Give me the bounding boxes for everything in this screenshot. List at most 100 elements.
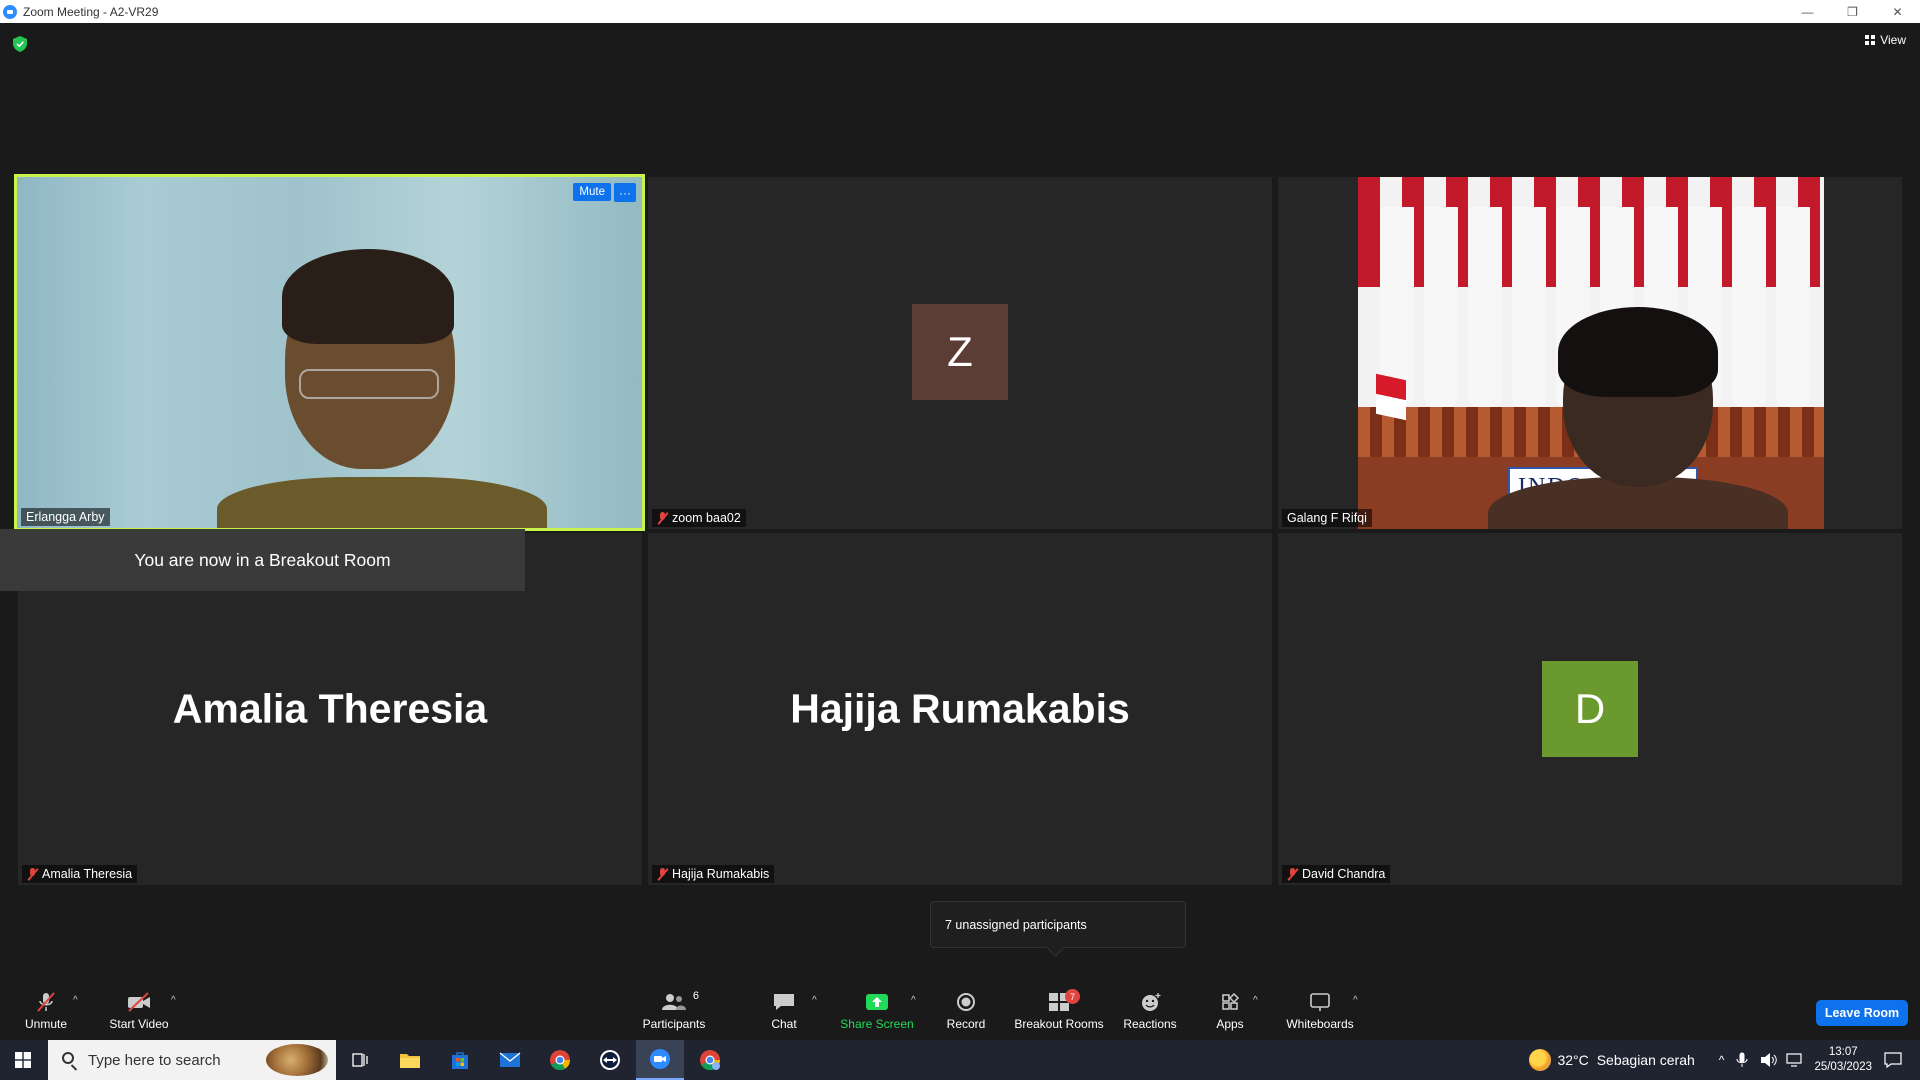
start-video-button[interactable]: Start Video <box>104 983 174 1040</box>
share-options-caret[interactable]: ^ <box>911 995 916 1006</box>
system-tray: 32°C Sebagian cerah ^ 13:07 25/03/2023 <box>1529 1040 1920 1080</box>
mic-muted-icon <box>27 867 38 881</box>
apps-icon <box>1222 992 1240 1010</box>
task-view-icon <box>352 1053 368 1067</box>
participant-name: zoom baa02 <box>672 511 741 525</box>
volume-icon[interactable] <box>1760 1052 1778 1068</box>
taskbar-store[interactable] <box>436 1040 484 1080</box>
clock[interactable]: 13:07 25/03/2023 <box>1814 1045 1872 1075</box>
indonesia-flag-icon <box>1376 373 1406 421</box>
record-button[interactable]: Record <box>942 983 990 1040</box>
unassigned-participants-tooltip: 7 unassigned participants <box>930 901 1186 948</box>
store-icon <box>452 1052 468 1069</box>
apps-button[interactable]: Apps <box>1212 983 1248 1040</box>
video-tile-hajija-rumakabis[interactable]: Hajija Rumakabis Hajija Rumakabis <box>648 533 1272 885</box>
share-screen-button[interactable]: Share Screen <box>840 983 914 1040</box>
participant-name: Amalia Theresia <box>42 867 133 881</box>
whiteboards-button[interactable]: Whiteboards <box>1282 983 1358 1040</box>
participants-icon <box>662 994 686 1010</box>
video-tile-erlangga-arby[interactable]: Mute ··· Erlangga Arby <box>14 174 645 531</box>
participant-video <box>17 177 642 528</box>
network-icon[interactable] <box>1786 1052 1804 1068</box>
reactions-icon <box>1142 993 1161 1011</box>
mute-participant-button[interactable]: Mute <box>573 183 611 201</box>
participant-display-name: Hajija Rumakabis <box>790 685 1130 732</box>
close-button[interactable]: ✕ <box>1875 0 1920 23</box>
video-off-icon <box>128 992 150 1012</box>
whiteboard-icon <box>1310 993 1330 1011</box>
participant-name: Erlangga Arby <box>26 510 105 524</box>
audio-options-caret[interactable]: ^ <box>73 995 78 1006</box>
weather-description[interactable]: Sebagian cerah <box>1597 1052 1695 1068</box>
search-placeholder: Type here to search <box>88 1051 221 1069</box>
chat-options-caret[interactable]: ^ <box>812 995 817 1006</box>
notifications-icon[interactable] <box>1884 1052 1902 1068</box>
unmute-label: Unmute <box>24 1017 68 1031</box>
mail-icon <box>499 1052 521 1067</box>
video-options-caret[interactable]: ^ <box>171 995 176 1006</box>
video-tile-david-chandra[interactable]: D David Chandra <box>1278 533 1902 885</box>
breakout-room-notice: You are now in a Breakout Room <box>0 529 525 591</box>
participant-name-label: Amalia Theresia <box>22 865 138 883</box>
chat-label: Chat <box>771 1017 797 1031</box>
unmute-button[interactable]: Unmute <box>18 983 74 1040</box>
windows-logo-icon <box>15 1052 31 1068</box>
view-label: View <box>1880 33 1906 47</box>
search-icon <box>62 1052 74 1064</box>
window-title: Zoom Meeting - A2-VR29 <box>23 4 159 19</box>
participant-name-label: Erlangga Arby <box>21 508 110 526</box>
taskbar-zoom[interactable] <box>636 1040 684 1080</box>
windows-start-button[interactable] <box>0 1040 46 1080</box>
taskbar-chrome-profile[interactable] <box>686 1040 734 1080</box>
whiteboards-options-caret[interactable]: ^ <box>1353 995 1358 1006</box>
reactions-button[interactable]: Reactions <box>1120 983 1180 1040</box>
view-button[interactable]: View <box>1865 33 1906 47</box>
participants-icon-wrap: 6 <box>661 990 699 1012</box>
apps-options-caret[interactable]: ^ <box>1253 995 1258 1006</box>
participant-video: INDO <box>1358 177 1824 529</box>
weather-icon[interactable] <box>1529 1049 1552 1071</box>
window-controls: — ❐ ✕ <box>1785 0 1920 23</box>
taskbar-mail[interactable] <box>486 1040 534 1080</box>
breakout-badge: 7 <box>1065 989 1080 1004</box>
taskbar-chrome[interactable] <box>536 1040 584 1080</box>
video-tile-galang-f-rifqi[interactable]: INDO Galang F Rifqi <box>1278 177 1902 529</box>
avatar: D <box>1542 661 1638 757</box>
breakout-rooms-button[interactable]: 7 Breakout Rooms <box>1012 983 1106 1040</box>
share-screen-label: Share Screen <box>840 1017 914 1031</box>
window-title-bar: Zoom Meeting - A2-VR29 — ❐ ✕ <box>0 0 1920 23</box>
participant-name-label: David Chandra <box>1282 865 1391 883</box>
share-screen-icon <box>866 994 888 1010</box>
avatar: Z <box>912 304 1008 400</box>
chat-icon <box>774 994 794 1010</box>
start-video-label: Start Video <box>109 1017 169 1031</box>
breakout-rooms-label: Breakout Rooms <box>1014 1017 1104 1031</box>
mic-off-icon <box>37 992 55 1012</box>
chrome-profile-icon <box>700 1050 721 1071</box>
weather-temperature[interactable]: 32°C <box>1557 1052 1588 1068</box>
record-icon <box>957 993 975 1011</box>
clock-date: 25/03/2023 <box>1814 1061 1872 1073</box>
more-options-button[interactable]: ··· <box>614 183 636 202</box>
participant-name-label: zoom baa02 <box>652 509 746 527</box>
clock-time: 13:07 <box>1828 1046 1858 1058</box>
meeting-area: View Mute ··· Erlangga Arby Z zoom baa02 <box>0 23 1920 983</box>
restore-button[interactable]: ❐ <box>1830 0 1875 23</box>
taskbar-teamviewer[interactable] <box>586 1040 634 1080</box>
apps-label: Apps <box>1216 1017 1244 1031</box>
participant-name: Hajija Rumakabis <box>672 867 770 881</box>
video-tile-zoom-baa02[interactable]: Z zoom baa02 <box>648 177 1272 529</box>
microphone-tray-icon[interactable] <box>1736 1052 1748 1068</box>
task-view-button[interactable] <box>336 1040 384 1080</box>
file-explorer-icon <box>400 1054 420 1068</box>
taskbar-file-explorer[interactable] <box>386 1040 434 1080</box>
participant-name: David Chandra <box>1302 867 1386 881</box>
chat-button[interactable]: Chat <box>760 983 808 1040</box>
whiteboards-label: Whiteboards <box>1286 1017 1354 1031</box>
search-highlight-image[interactable] <box>266 1044 328 1076</box>
encryption-shield-icon[interactable] <box>13 36 27 52</box>
participants-button[interactable]: 6 Participants <box>638 983 710 1040</box>
minimize-button[interactable]: — <box>1785 0 1830 23</box>
hidden-icons-chevron[interactable]: ^ <box>1719 1053 1725 1067</box>
leave-room-button[interactable]: Leave Room <box>1816 1000 1908 1026</box>
